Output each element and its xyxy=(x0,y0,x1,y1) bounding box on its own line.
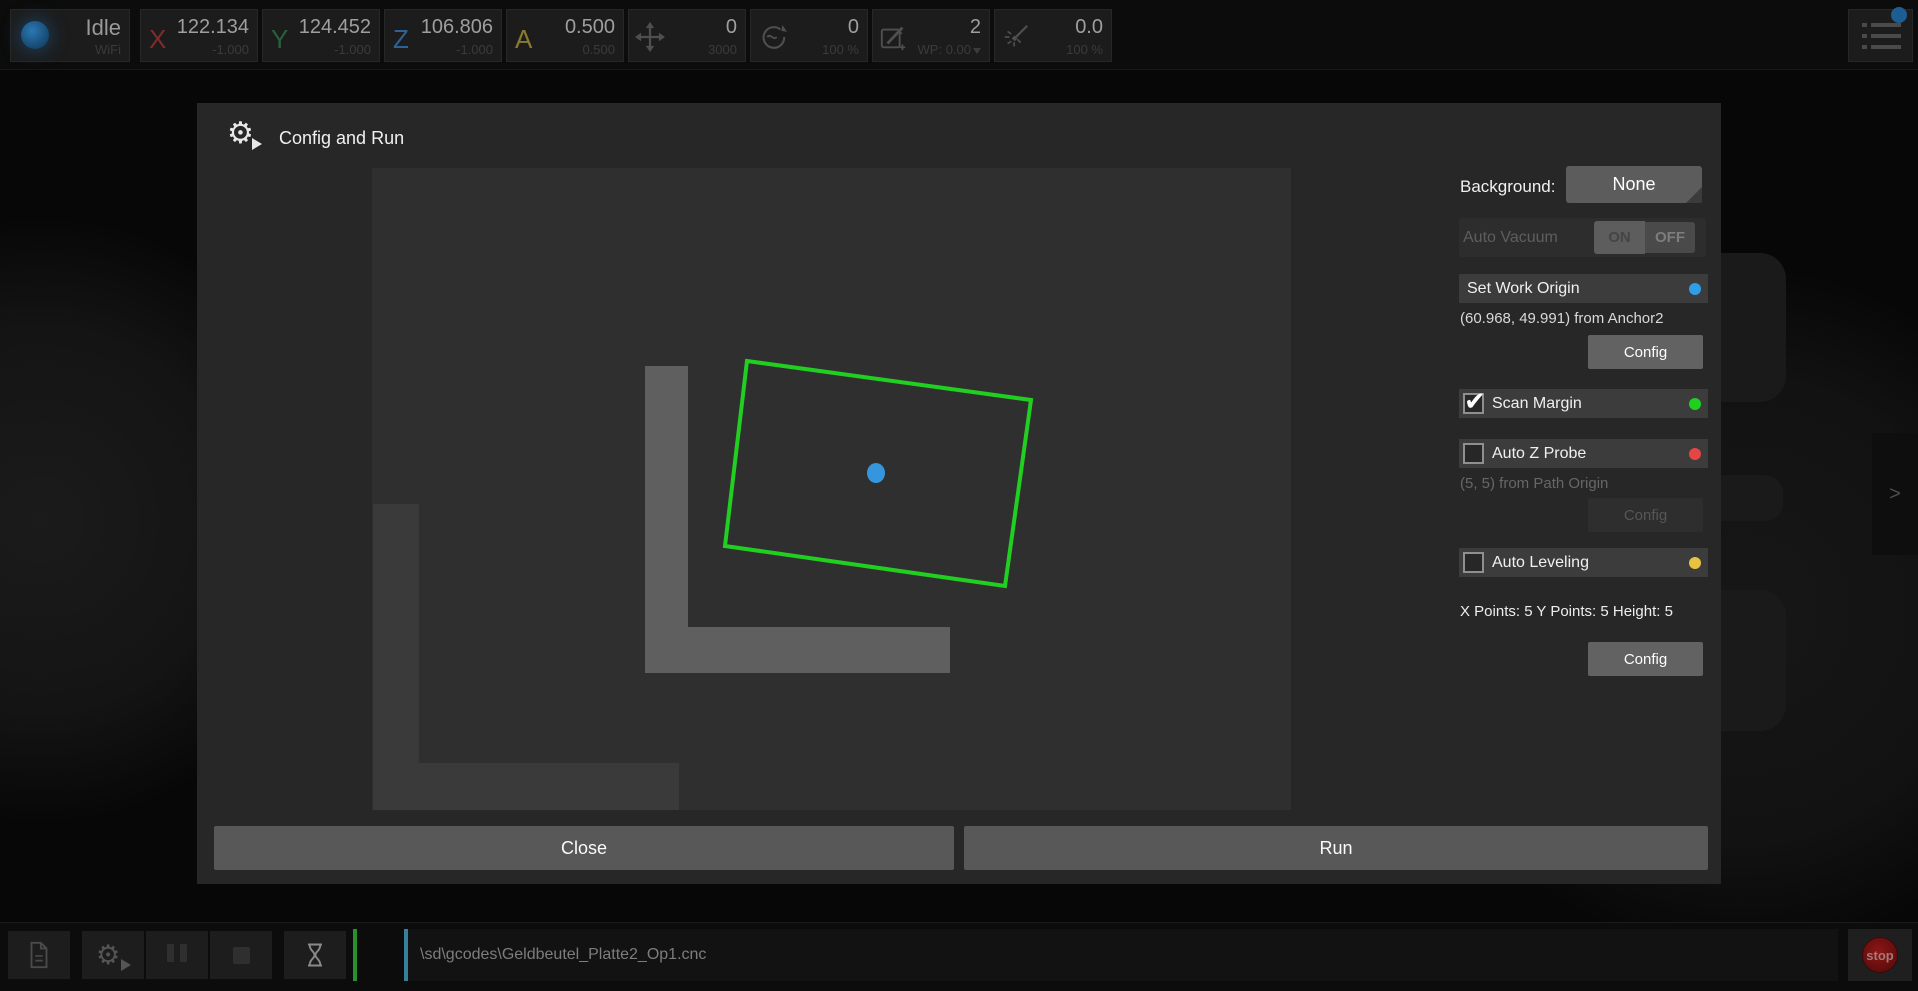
axis-x-value: 122.134 xyxy=(177,16,249,39)
move-arrows-icon xyxy=(635,22,665,52)
play-icon xyxy=(121,959,131,971)
axis-a-sub-value: 0.500 xyxy=(582,42,615,57)
file-icon xyxy=(24,940,54,970)
checkmark-icon: ✔ xyxy=(1464,386,1486,417)
auto-leveling-label: Auto Leveling xyxy=(1492,548,1589,577)
set-work-origin-label: Set Work Origin xyxy=(1467,274,1580,303)
axis-z-box[interactable]: Z 106.806 -1.000 xyxy=(384,9,502,62)
auto-leveling-header[interactable]: Auto Leveling xyxy=(1459,548,1708,577)
connection-type: WiFi xyxy=(95,42,121,57)
dialog-title: Config and Run xyxy=(279,128,404,149)
job-timer-button[interactable] xyxy=(284,931,346,979)
play-icon xyxy=(252,138,262,150)
axis-y-letter: Y xyxy=(271,24,288,55)
spindle-sub: 100 % xyxy=(822,42,859,57)
leveling-detail: X Points: 5 Y Points: 5 Height: 5 xyxy=(1460,603,1673,620)
tool-box[interactable]: 2 WP: 0.00 xyxy=(872,9,990,62)
top-status-bar: Idle WiFi X 122.134 -1.000 Y 124.452 -1.… xyxy=(0,0,1918,70)
work-origin-detail: (60.968, 49.991) from Anchor2 xyxy=(1460,310,1663,327)
laser-sub: 100 % xyxy=(1066,42,1103,57)
auto-vacuum-label: Auto Vacuum xyxy=(1463,218,1558,257)
axis-a-box[interactable]: A 0.500 0.500 xyxy=(506,9,624,62)
connection-status-icon xyxy=(21,21,49,49)
spindle-value: 0 xyxy=(848,16,859,39)
scan-margin-status-dot xyxy=(1689,398,1701,410)
emergency-stop-box: stop xyxy=(1848,929,1912,981)
pause-icon xyxy=(164,944,190,967)
axis-y-value: 124.452 xyxy=(299,16,371,39)
auto-z-probe-header[interactable]: Auto Z Probe xyxy=(1459,439,1708,468)
work-area-preview[interactable] xyxy=(372,168,1291,810)
tool-sub: WP: 0.00 xyxy=(918,42,981,57)
feed-rate-box[interactable]: 0 3000 xyxy=(628,9,746,62)
background-label: Background: xyxy=(1460,177,1555,197)
work-origin-status-dot xyxy=(1689,283,1701,295)
spindle-box[interactable]: 0 100 % xyxy=(750,9,868,62)
stop-job-button xyxy=(210,931,272,979)
z-probe-config-button: Config xyxy=(1588,498,1703,532)
laser-value: 0.0 xyxy=(1075,16,1103,39)
auto-vacuum-off-button[interactable]: OFF xyxy=(1645,222,1695,253)
notification-dot xyxy=(1891,7,1907,23)
config-run-button[interactable]: ⚙ xyxy=(82,931,144,979)
axis-y-sub-value: -1.000 xyxy=(334,42,371,57)
axis-x-letter: X xyxy=(149,24,166,55)
laser-icon xyxy=(1001,22,1031,52)
tool-icon xyxy=(879,22,909,52)
hourglass-icon xyxy=(301,941,329,969)
machine-status-box[interactable]: Idle WiFi xyxy=(10,9,130,62)
feed-rate-value: 0 xyxy=(726,16,737,39)
axis-a-value: 0.500 xyxy=(565,16,615,39)
axis-a-letter: A xyxy=(515,24,532,55)
expand-panel-tab[interactable]: > xyxy=(1872,433,1918,555)
auto-z-probe-checkbox[interactable] xyxy=(1463,443,1484,464)
screen: X- > Idle WiFi X 122.134 -1.000 Y 124.45… xyxy=(0,0,1918,991)
close-button[interactable]: Close xyxy=(214,826,954,870)
bottom-toolbar: ⚙ \sd\gcodes\Geldbeutel_Platte2_Op1.cnc … xyxy=(0,922,1918,991)
z-probe-detail: (5, 5) from Path Origin xyxy=(1460,475,1608,492)
config-and-run-dialog: ⚙ Config and Run Background: None Auto V… xyxy=(197,103,1721,884)
axis-y-box[interactable]: Y 124.452 -1.000 xyxy=(262,9,380,62)
axis-x-sub-value: -1.000 xyxy=(212,42,249,57)
progress-accent-green xyxy=(353,929,357,981)
spinner-fold-icon xyxy=(1686,187,1702,203)
config-run-gear-icon: ⚙ xyxy=(96,938,130,972)
set-work-origin-header[interactable]: Set Work Origin xyxy=(1459,274,1708,303)
emergency-stop-button[interactable]: stop xyxy=(1862,937,1898,973)
toolpath-bounds-overlay xyxy=(372,168,1291,810)
loaded-file-path[interactable]: \sd\gcodes\Geldbeutel_Platte2_Op1.cnc xyxy=(404,929,1838,981)
run-button[interactable]: Run xyxy=(964,826,1708,870)
chevron-down-icon xyxy=(973,48,981,54)
open-file-button[interactable] xyxy=(8,931,70,979)
config-run-gear-icon: ⚙ xyxy=(227,117,261,151)
leveling-status-dot xyxy=(1689,557,1701,569)
z-probe-status-dot xyxy=(1689,448,1701,460)
work-origin-config-button[interactable]: Config xyxy=(1588,335,1703,369)
work-origin-dot xyxy=(867,463,885,483)
background-spinner[interactable]: None xyxy=(1566,166,1702,203)
machine-state: Idle xyxy=(86,15,121,41)
axis-z-letter: Z xyxy=(393,24,409,55)
scan-margin-header[interactable]: ✔ Scan Margin xyxy=(1459,389,1708,418)
feed-rate-sub: 3000 xyxy=(708,42,737,57)
auto-leveling-checkbox[interactable] xyxy=(1463,552,1484,573)
pause-button xyxy=(146,931,208,979)
auto-z-probe-label: Auto Z Probe xyxy=(1492,439,1586,468)
scan-margin-label: Scan Margin xyxy=(1492,389,1582,418)
axis-z-value: 106.806 xyxy=(421,16,493,39)
auto-vacuum-row: Auto Vacuum ON OFF xyxy=(1459,218,1706,257)
spindle-icon xyxy=(757,22,787,52)
axis-z-sub-value: -1.000 xyxy=(456,42,493,57)
auto-vacuum-on-button[interactable]: ON xyxy=(1594,221,1645,254)
tool-number: 2 xyxy=(970,16,981,39)
laser-box[interactable]: 0.0 100 % xyxy=(994,9,1112,62)
stop-square-icon xyxy=(233,947,250,964)
scan-margin-checkbox[interactable]: ✔ xyxy=(1463,393,1484,414)
leveling-config-button[interactable]: Config xyxy=(1588,642,1703,676)
axis-x-box[interactable]: X 122.134 -1.000 xyxy=(140,9,258,62)
